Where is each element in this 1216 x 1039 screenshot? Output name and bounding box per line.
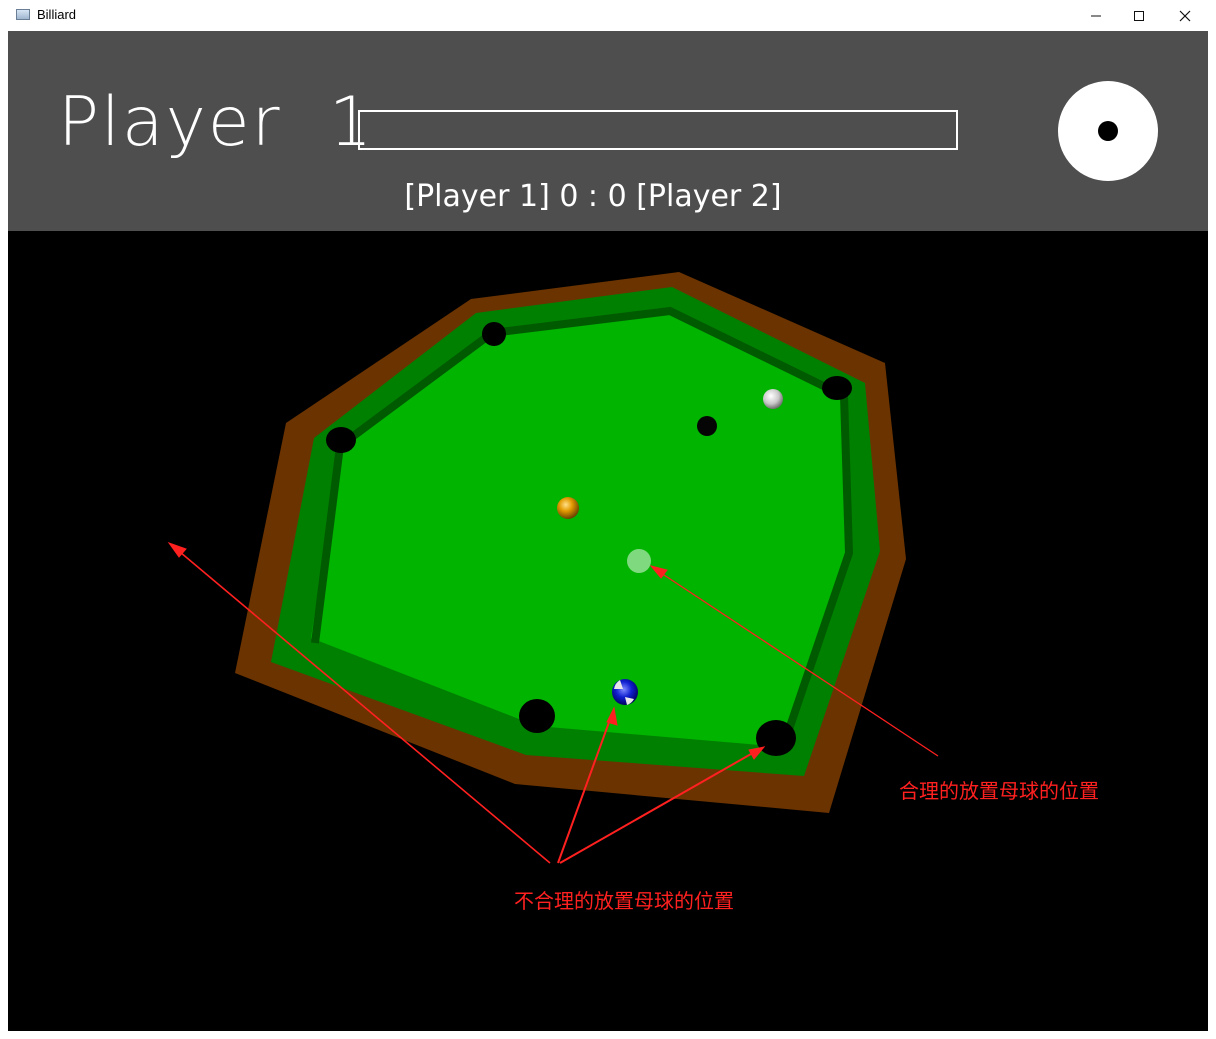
pocket (756, 720, 796, 756)
pocket (519, 699, 555, 733)
scoreline: [Player 1] 0 : 0 [Player 2] (404, 179, 782, 214)
minimize-icon (1091, 15, 1101, 16)
current-player-label: Player 1 (58, 83, 375, 162)
window-border-bottom (0, 1031, 1216, 1039)
maximize-button[interactable] (1116, 0, 1162, 31)
maximize-icon (1134, 10, 1144, 21)
spin-point[interactable] (1098, 121, 1118, 141)
hud-panel: Player 1 [Player 1] 0 : 0 [Player 2] (8, 31, 1208, 231)
window-titlebar: Billiard (0, 0, 1216, 32)
window-border-right (1208, 31, 1216, 1039)
shot-power-bar (358, 110, 958, 150)
ball-orange (557, 497, 579, 519)
cue-ball-placement-ghost[interactable] (627, 549, 651, 573)
cue-ball-spin-icon[interactable] (1058, 81, 1158, 181)
window-border-left (0, 31, 8, 1039)
app-icon (16, 9, 30, 20)
ball-white (763, 389, 783, 409)
minimize-button[interactable] (1073, 0, 1119, 31)
annotation-valid-label: 合理的放置母球的位置 (899, 779, 1099, 803)
close-icon (1179, 10, 1191, 21)
ball-blue (612, 679, 638, 705)
pocket (822, 376, 852, 400)
window-title: Billiard (37, 7, 77, 22)
annotation-invalid-label: 不合理的放置母球的位置 (514, 889, 734, 913)
close-button[interactable] (1162, 0, 1208, 31)
pocket (326, 427, 356, 453)
game-canvas[interactable]: Player 1 [Player 1] 0 : 0 [Player 2] 合理的… (8, 31, 1208, 1031)
ball-black (697, 416, 717, 436)
pocket (482, 322, 506, 346)
